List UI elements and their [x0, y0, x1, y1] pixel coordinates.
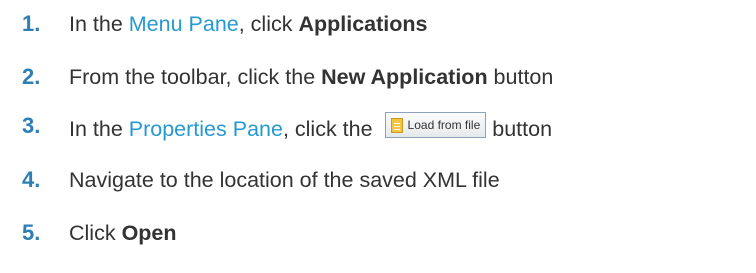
open-label: Open: [121, 220, 177, 245]
step-text: Click Open: [69, 221, 177, 246]
step-text: In the Menu Pane , click Applications: [69, 12, 427, 37]
step-text: From the toolbar, click the New Applicat…: [69, 65, 553, 90]
step-text-part: , click the: [282, 116, 379, 141]
step-text-part: In the: [69, 11, 129, 36]
menu-pane-link[interactable]: Menu Pane: [129, 12, 239, 37]
step-text-part: From the toolbar, click the: [69, 64, 322, 89]
step-2: 2. From the toolbar, click the New Appli…: [0, 62, 756, 92]
step-number: 1.: [22, 11, 41, 36]
step-text-part: In the: [69, 116, 129, 141]
step-4: 4. Navigate to the location of the saved…: [0, 165, 756, 195]
applications-label: Applications: [298, 11, 428, 36]
new-application-label: New Application: [321, 64, 488, 89]
load-from-file-label: Load from file: [407, 118, 481, 132]
file-icon: [390, 117, 403, 133]
step-text-part: button: [487, 64, 554, 89]
step-number: 3.: [22, 113, 41, 138]
step-text-part: button: [492, 116, 553, 141]
step-text-part: , click: [238, 11, 299, 36]
load-from-file-button[interactable]: Load from file: [384, 112, 487, 138]
properties-pane-link[interactable]: Properties Pane: [129, 117, 283, 142]
step-number: 2.: [22, 64, 41, 89]
step-number: 5.: [22, 220, 41, 245]
step-text-part: Click: [69, 220, 122, 245]
step-5: 5. Click Open: [0, 218, 756, 248]
step-1: 1. In the Menu Pane , click Applications: [0, 9, 756, 39]
step-text: Navigate to the location of the saved XM…: [69, 167, 500, 192]
step-3: 3. In the Properties Pane , click the Lo…: [0, 112, 756, 144]
step-text: In the Properties Pane , click the Load …: [69, 112, 553, 142]
step-number: 4.: [22, 167, 41, 192]
